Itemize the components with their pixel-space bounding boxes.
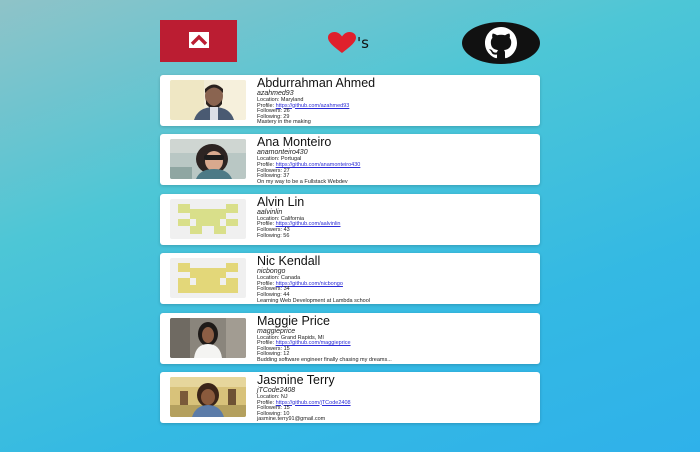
identicon-avatar bbox=[170, 258, 246, 299]
user-bio: On my way to be a Fullstack Webdev bbox=[257, 178, 348, 185]
user-card-list: Abdurrahman Ahmed azahmed93 Location: Ma… bbox=[160, 75, 540, 431]
apostrophe-s: 's bbox=[357, 33, 369, 52]
user-bio: jasmine.terry91@gmail.com bbox=[257, 416, 326, 423]
user-name: Abdurrahman Ahmed bbox=[257, 76, 376, 90]
user-bio: Budding software engineer finally chasin… bbox=[257, 356, 392, 363]
github-octocat-icon bbox=[462, 22, 540, 64]
heart-group: 's bbox=[328, 32, 369, 54]
header: 's bbox=[160, 20, 540, 64]
user-info: Nic Kendall nicbongo Location: Canada Pr… bbox=[257, 255, 370, 304]
user-avatar bbox=[170, 317, 246, 358]
user-bio: Mastery in the making bbox=[257, 119, 311, 126]
user-card: Alvin Lin aalvinlin Location: California… bbox=[160, 193, 540, 245]
user-name: Nic Kendall bbox=[257, 254, 321, 269]
user-following: Following: 56 bbox=[257, 232, 290, 239]
user-name: Ana Monteiro bbox=[257, 135, 332, 150]
user-name: Maggie Price bbox=[257, 313, 330, 328]
user-card: Maggie Price maggieprice Location: Grand… bbox=[160, 312, 540, 364]
identicon-avatar bbox=[170, 198, 246, 239]
heart-icon bbox=[328, 32, 356, 53]
user-card: Abdurrahman Ahmed azahmed93 Location: Ma… bbox=[160, 75, 540, 126]
user-bio: Learning Web Development at Lambda schoo… bbox=[257, 297, 371, 304]
user-info: Maggie Price maggieprice Location: Grand… bbox=[257, 313, 392, 364]
user-name: Jasmine Terry bbox=[257, 372, 335, 387]
user-info: Abdurrahman Ahmed azahmed93 Location: Ma… bbox=[257, 77, 375, 126]
user-info: Alvin Lin aalvinlin Location: California… bbox=[257, 194, 340, 239]
user-name: Alvin Lin bbox=[257, 194, 305, 209]
user-avatar bbox=[170, 80, 246, 120]
user-card: Ana Monteiro anamonteiro430 Location: Po… bbox=[160, 134, 540, 186]
user-card: Jasmine Terry jTCode2408 Location: NJ Pr… bbox=[160, 371, 540, 423]
lambda-logo-icon bbox=[160, 20, 237, 62]
user-avatar bbox=[170, 376, 246, 417]
user-avatar bbox=[170, 139, 246, 180]
user-card: Nic Kendall nicbongo Location: Canada Pr… bbox=[160, 253, 540, 305]
user-info: Jasmine Terry jTCode2408 Location: NJ Pr… bbox=[257, 372, 351, 423]
user-info: Ana Monteiro anamonteiro430 Location: Po… bbox=[257, 136, 360, 185]
